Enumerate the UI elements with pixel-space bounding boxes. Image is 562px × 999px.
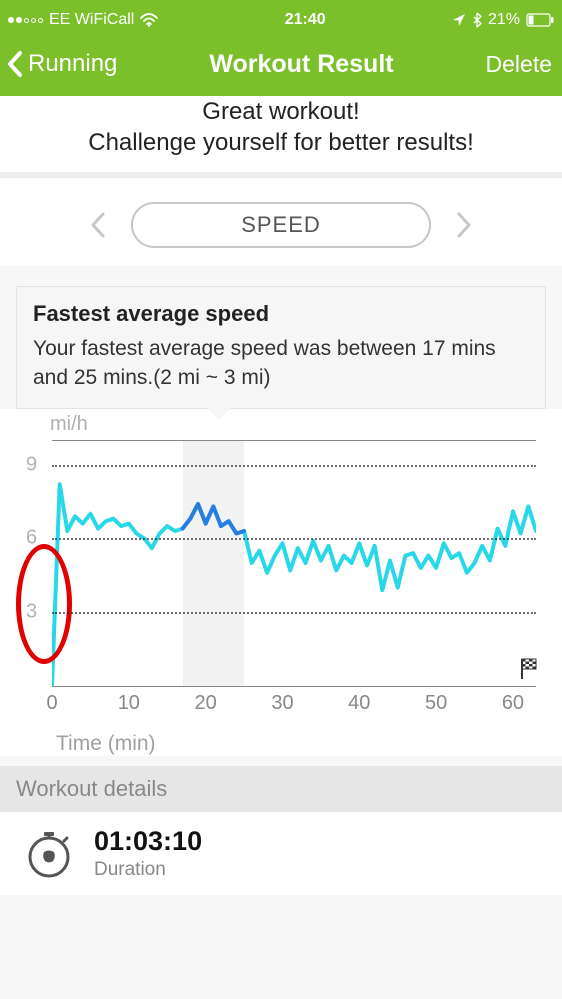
page-title: Workout Result bbox=[209, 50, 393, 79]
status-right: 21% bbox=[452, 11, 554, 29]
hero-line2: Challenge yourself for better results! bbox=[10, 127, 552, 158]
x-tick: 60 bbox=[502, 692, 524, 715]
back-label: Running bbox=[28, 50, 117, 78]
chevron-right-icon bbox=[455, 211, 473, 239]
status-left: EE WiFiCall bbox=[8, 11, 158, 29]
y-tick: 9 bbox=[26, 453, 37, 476]
cell-signal-icon bbox=[8, 17, 43, 23]
metric-button[interactable]: SPEED bbox=[131, 202, 431, 248]
nav-bar: Running Workout Result Delete bbox=[0, 40, 562, 96]
stopwatch-icon bbox=[22, 827, 76, 881]
grid-line bbox=[52, 538, 536, 540]
duration-text: 01:03:10 Duration bbox=[94, 826, 202, 881]
x-tick: 50 bbox=[425, 692, 447, 715]
battery-pct: 21% bbox=[488, 11, 520, 29]
x-ticks: 0102030405060 bbox=[52, 692, 536, 716]
details-header: Workout details bbox=[0, 766, 562, 812]
duration-value: 01:03:10 bbox=[94, 826, 202, 857]
x-axis-label: Time (min) bbox=[56, 732, 546, 756]
speed-chart: mi/h 0 10 20 30 40 50 60 3 6 9 Time (min) bbox=[0, 409, 562, 756]
insight-title: Fastest average speed bbox=[33, 301, 529, 327]
y-tick: 6 bbox=[26, 527, 37, 550]
insight-body: Your fastest average speed was between 1… bbox=[33, 335, 529, 392]
metric-selector: SPEED bbox=[0, 178, 562, 266]
next-metric-button[interactable] bbox=[451, 212, 477, 238]
delete-button[interactable]: Delete bbox=[486, 51, 552, 78]
back-button[interactable]: Running bbox=[4, 49, 117, 79]
chevron-left-icon bbox=[4, 49, 26, 79]
duration-label: Duration bbox=[94, 859, 202, 881]
hero-line1: Great workout! bbox=[10, 96, 552, 127]
insight-card: Fastest average speed Your fastest avera… bbox=[16, 286, 546, 409]
chevron-left-icon bbox=[89, 211, 107, 239]
grid-line bbox=[52, 612, 536, 614]
carrier-label: EE WiFiCall bbox=[49, 11, 134, 29]
x-tick: 0 bbox=[46, 692, 57, 715]
status-bar: EE WiFiCall 21:40 21% bbox=[0, 0, 562, 40]
y-tick: 3 bbox=[26, 601, 37, 624]
grid-line bbox=[52, 465, 536, 467]
y-unit-label: mi/h bbox=[50, 413, 546, 436]
duration-row: 01:03:10 Duration bbox=[0, 812, 562, 895]
red-annotation-oval bbox=[16, 544, 72, 664]
finish-flag-icon bbox=[520, 657, 540, 686]
x-tick: 40 bbox=[348, 692, 370, 715]
x-tick: 20 bbox=[195, 692, 217, 715]
status-time: 21:40 bbox=[285, 11, 326, 29]
location-icon bbox=[452, 13, 466, 27]
x-tick: 10 bbox=[118, 692, 140, 715]
x-tick: 30 bbox=[271, 692, 293, 715]
chart-line bbox=[52, 440, 536, 686]
wifi-icon bbox=[140, 13, 158, 27]
hero-message: Great workout! Challenge yourself for be… bbox=[0, 96, 562, 172]
bluetooth-icon bbox=[472, 12, 482, 28]
battery-icon bbox=[526, 13, 554, 27]
prev-metric-button[interactable] bbox=[85, 212, 111, 238]
